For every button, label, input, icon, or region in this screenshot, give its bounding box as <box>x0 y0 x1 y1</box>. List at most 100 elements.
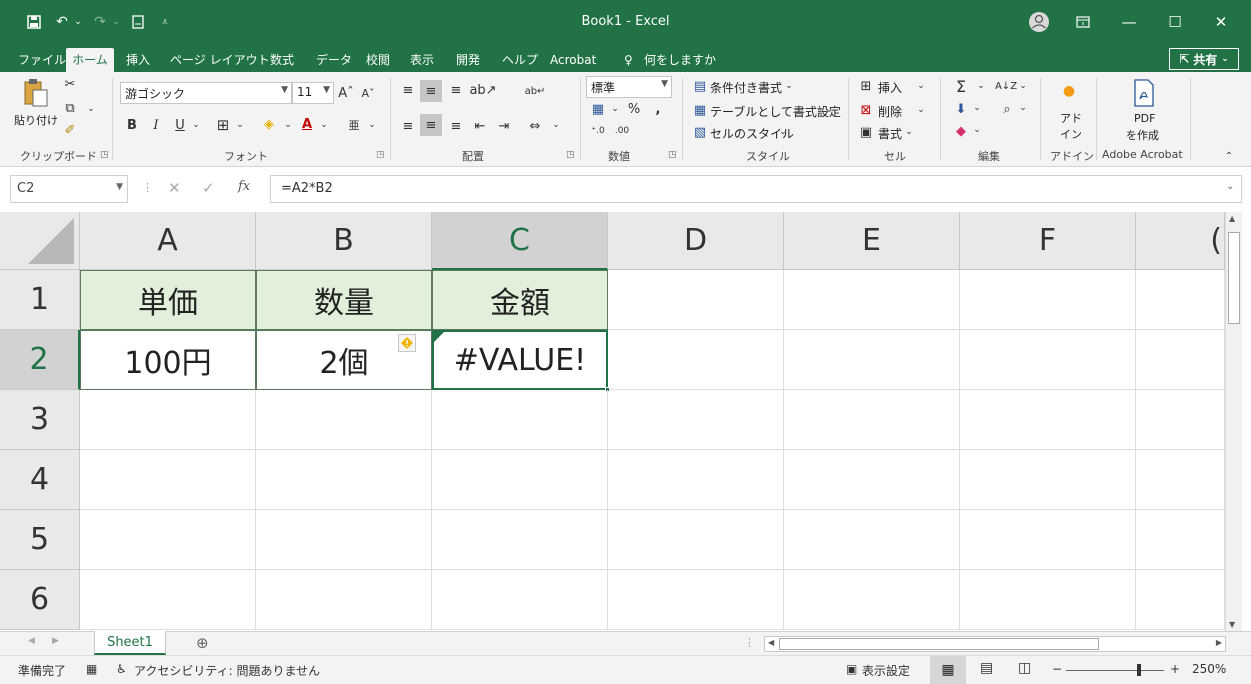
cell-c4[interactable] <box>432 450 608 510</box>
accessibility-status[interactable]: アクセシビリティ: 問題ありません <box>134 662 320 679</box>
cell-d6[interactable] <box>608 570 784 630</box>
fill-color-icon[interactable]: ◈ <box>258 114 280 134</box>
cell-b4[interactable] <box>256 450 432 510</box>
cell-e6[interactable] <box>784 570 960 630</box>
chevron-down-icon[interactable]: ⌄ <box>550 116 562 134</box>
cell-a4[interactable] <box>80 450 256 510</box>
cell-b5[interactable] <box>256 510 432 570</box>
insert-function-icon[interactable]: fx <box>238 179 250 194</box>
row-header-5[interactable]: 5 <box>0 510 80 570</box>
percent-icon[interactable]: % <box>626 100 642 118</box>
tab-acrobat[interactable]: Acrobat <box>546 48 600 72</box>
zoom-out-icon[interactable]: − <box>1052 662 1062 676</box>
cell-g3[interactable] <box>1136 390 1225 450</box>
cell-g6[interactable] <box>1136 570 1225 630</box>
font-size-combo[interactable]: 11 ▼ <box>292 82 334 104</box>
format-as-table-button[interactable]: テーブルとして書式設定 <box>710 103 841 120</box>
cell-a1[interactable]: 単価 <box>80 270 256 330</box>
chevron-down-icon[interactable]: ⌄ <box>778 124 788 140</box>
cell-f5[interactable] <box>960 510 1136 570</box>
bold-button[interactable]: B <box>124 116 140 134</box>
cell-d5[interactable] <box>608 510 784 570</box>
cell-f6[interactable] <box>960 570 1136 630</box>
paste-label[interactable]: 貼り付け <box>14 112 58 128</box>
cell-d2[interactable] <box>608 330 784 390</box>
sort-filter-icon[interactable]: A↓Z <box>995 76 1017 96</box>
share-button[interactable]: ⇱ 共有 ⌄ <box>1169 48 1239 70</box>
align-bottom-icon[interactable]: ≡ <box>446 80 466 100</box>
chevron-down-icon[interactable]: ⌄ <box>366 116 378 134</box>
cut-icon[interactable]: ✂ <box>62 76 78 92</box>
cell-b3[interactable] <box>256 390 432 450</box>
cell-e4[interactable] <box>784 450 960 510</box>
tab-page-layout[interactable]: ページ レイアウト <box>166 48 274 72</box>
minimize-icon[interactable]: — <box>1114 8 1144 36</box>
formula-input[interactable]: =A2*B2 <box>270 175 1242 203</box>
display-settings-button[interactable]: 表示設定 <box>862 662 910 679</box>
dialog-launcher-icon[interactable]: ◳ <box>100 150 109 160</box>
chevron-down-icon[interactable]: ⌄ <box>190 116 202 134</box>
copy-dropdown-icon[interactable]: ⌄ <box>86 102 96 116</box>
dialog-launcher-icon[interactable]: ◳ <box>566 150 575 160</box>
column-header-g[interactable]: ( <box>1136 212 1225 270</box>
cell-a5[interactable] <box>80 510 256 570</box>
cell-e5[interactable] <box>784 510 960 570</box>
sheet-tab-sheet1[interactable]: Sheet1 <box>94 631 166 655</box>
align-top-icon[interactable]: ≡ <box>398 80 418 100</box>
pdf-button-line2[interactable]: を作成 <box>1126 127 1159 143</box>
pdf-button-line1[interactable]: PDF <box>1134 112 1155 125</box>
horizontal-scrollbar[interactable]: ◀ ▶ <box>764 636 1226 652</box>
fill-icon[interactable]: ⬇ <box>952 100 970 118</box>
column-header-c[interactable]: C <box>432 212 608 270</box>
chevron-down-icon[interactable]: ⌄ <box>1018 100 1028 116</box>
tab-file[interactable]: ファイル <box>14 48 70 72</box>
orientation-icon[interactable]: ab↗ <box>469 80 496 100</box>
tab-developer[interactable]: 開発 <box>452 48 484 72</box>
row-header-2[interactable]: 2 <box>0 330 80 390</box>
increase-decimal-icon[interactable]: ⁺.0 <box>588 122 608 140</box>
tab-view[interactable]: 表示 <box>406 48 438 72</box>
italic-button[interactable]: I <box>148 116 164 134</box>
row-header-6[interactable]: 6 <box>0 570 80 630</box>
tab-formulas[interactable]: 数式 <box>266 48 298 72</box>
next-sheet-icon[interactable]: ▶ <box>52 636 59 646</box>
chevron-down-icon[interactable]: ⌄ <box>916 78 926 94</box>
scroll-down-icon[interactable]: ▼ <box>1229 620 1235 629</box>
cell-g1[interactable] <box>1136 270 1225 330</box>
accessibility-icon[interactable]: ♿ <box>116 662 127 676</box>
chevron-down-icon[interactable]: ⌄ <box>318 116 330 134</box>
cell-b6[interactable] <box>256 570 432 630</box>
font-color-icon[interactable]: A <box>298 114 316 134</box>
vertical-scrollbar[interactable]: ▲ ▼ <box>1225 212 1242 631</box>
tab-insert[interactable]: 挿入 <box>122 48 154 72</box>
cell-g2[interactable] <box>1136 330 1225 390</box>
cell-c1[interactable]: 金額 <box>432 270 608 330</box>
account-avatar-icon[interactable] <box>1024 8 1054 36</box>
autosum-icon[interactable]: Σ <box>952 76 970 96</box>
enter-icon[interactable]: ✓ <box>202 179 215 197</box>
select-all-corner[interactable] <box>0 212 80 270</box>
phonetic-guide-icon[interactable]: 亜 <box>346 116 362 134</box>
zoom-slider-track[interactable] <box>1066 670 1164 671</box>
cell-e2[interactable] <box>784 330 960 390</box>
cancel-icon[interactable]: ✕ <box>168 179 181 197</box>
addins-icon[interactable]: ● <box>1060 82 1078 100</box>
cell-g4[interactable] <box>1136 450 1225 510</box>
cell-g5[interactable] <box>1136 510 1225 570</box>
close-icon[interactable]: ✕ <box>1206 8 1236 36</box>
format-cells-button[interactable]: 書式 <box>878 125 902 142</box>
comma-style-icon[interactable]: , <box>652 100 664 118</box>
tab-data[interactable]: データ <box>312 48 356 72</box>
scroll-up-icon[interactable]: ▲ <box>1229 214 1235 223</box>
create-pdf-icon[interactable] <box>1130 78 1158 108</box>
cell-f2[interactable] <box>960 330 1136 390</box>
page-layout-view-icon[interactable]: ▤ <box>980 660 993 676</box>
copy-icon[interactable]: ⧉ <box>62 100 78 116</box>
delete-cells-button[interactable]: 削除 <box>878 103 902 120</box>
tab-home[interactable]: ホーム <box>66 48 114 72</box>
cell-d1[interactable] <box>608 270 784 330</box>
increase-indent-icon[interactable]: ⇥ <box>494 116 514 136</box>
page-break-view-icon[interactable]: ◫ <box>1018 660 1031 676</box>
tab-help[interactable]: ヘルプ <box>498 48 542 72</box>
decrease-indent-icon[interactable]: ⇤ <box>470 116 490 136</box>
